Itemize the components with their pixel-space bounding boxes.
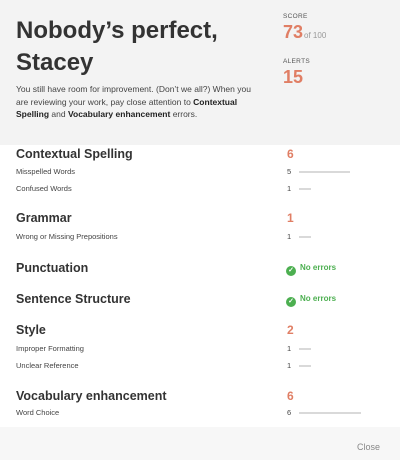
score-number: 73	[283, 22, 304, 42]
category-grammar[interactable]: Grammar	[16, 211, 72, 225]
subcategory-count: 5	[287, 167, 292, 176]
subcategory-unclear-reference[interactable]: Unclear Reference	[16, 361, 79, 370]
category-count-grammar: 1	[287, 211, 294, 225]
category-count-vocabulary-enhancement: 6	[287, 389, 294, 403]
subcategory-bar	[299, 236, 311, 238]
subcategory-count: 1	[287, 232, 292, 241]
close-button[interactable]: Close	[357, 442, 380, 452]
alerts-value: 15	[283, 67, 304, 87]
check-circle-icon: ✓	[286, 266, 296, 276]
subcategory-wrong-or-missing-prepositions[interactable]: Wrong or Missing Prepositions	[16, 232, 118, 241]
score-label: SCORE	[283, 13, 308, 20]
subcategory-bar	[299, 171, 350, 173]
category-vocabulary-enhancement[interactable]: Vocabulary enhancement	[16, 389, 167, 403]
title-line-2: Stacey	[16, 49, 94, 76]
intro-part-3: errors.	[170, 109, 198, 119]
subcategory-count: 1	[287, 361, 292, 370]
subcategory-confused-words[interactable]: Confused Words	[16, 184, 72, 193]
category-contextual-spelling[interactable]: Contextual Spelling	[16, 147, 133, 161]
subcategory-misspelled-words[interactable]: Misspelled Words	[16, 167, 75, 176]
subcategory-improper-formatting[interactable]: Improper Formatting	[16, 344, 84, 353]
intro-text: You still have room for improvement. (Do…	[16, 83, 256, 121]
no-errors-label: No errors	[300, 294, 337, 303]
page-title: Nobody’s perfect, Stacey	[16, 15, 256, 79]
no-errors-label: No errors	[300, 263, 337, 272]
category-count-style: 2	[287, 323, 294, 337]
subcategory-count: 1	[287, 344, 292, 353]
title-line-1: Nobody’s perfect,	[16, 17, 218, 44]
subcategory-count: 1	[287, 184, 292, 193]
alerts-label: ALERTS	[283, 58, 310, 65]
intro-highlight-2: Vocabulary enhancement	[67, 109, 171, 119]
subcategory-bar	[299, 412, 361, 414]
subcategory-bar	[299, 365, 311, 367]
category-punctuation[interactable]: Punctuation	[16, 261, 88, 275]
subcategory-bar	[299, 348, 311, 350]
category-style[interactable]: Style	[16, 323, 46, 337]
subcategory-word-choice[interactable]: Word Choice	[16, 408, 59, 417]
intro-part-2: and	[49, 109, 68, 119]
summary-header: Nobody’s perfect, Stacey You still have …	[0, 0, 400, 145]
score-value: 73of 100	[283, 23, 326, 45]
category-count-contextual-spelling: 6	[287, 147, 294, 161]
no-errors-badge: ✓ No errors	[286, 263, 336, 276]
subcategory-count: 6	[287, 408, 292, 417]
no-errors-badge: ✓ No errors	[286, 294, 336, 307]
check-circle-icon: ✓	[286, 297, 296, 307]
category-sentence-structure[interactable]: Sentence Structure	[16, 292, 131, 306]
score-of-label: of 100	[304, 31, 327, 40]
subcategory-bar	[299, 188, 311, 190]
